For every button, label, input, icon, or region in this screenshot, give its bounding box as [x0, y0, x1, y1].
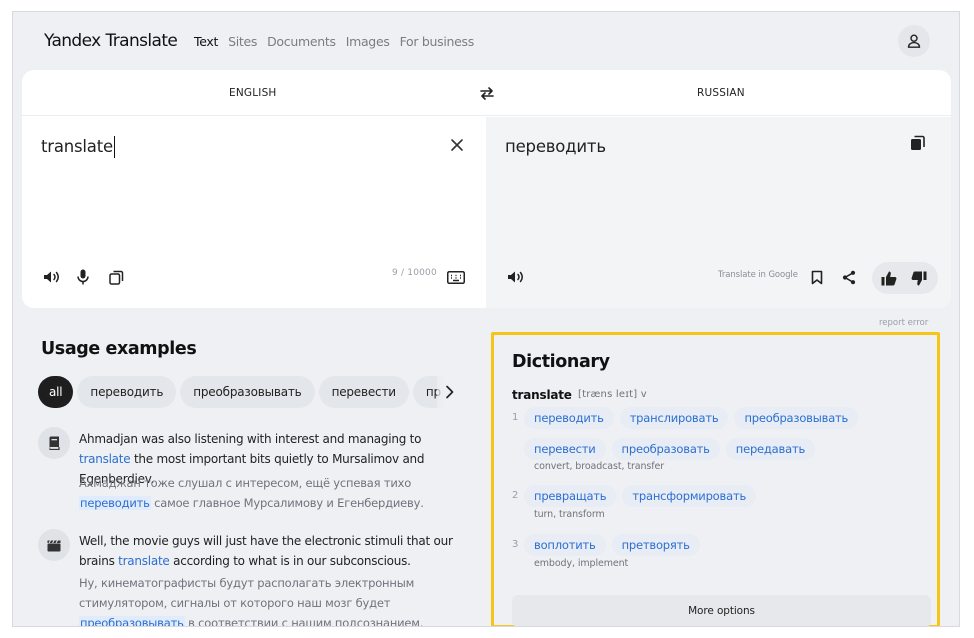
example-text: according to what is in our subconscious…: [169, 554, 411, 568]
thumbs-up-icon: [881, 271, 897, 286]
bookmark-icon: [811, 270, 823, 285]
example-text: Ну, кинематографисты будут располагать э…: [79, 576, 415, 610]
chips-next-button[interactable]: [437, 376, 461, 408]
character-counter: 9 / 10000: [392, 268, 437, 278]
sense-synonyms: embody, implement: [534, 558, 629, 569]
feedback-vote-group: [872, 262, 938, 294]
sense-number: 1: [512, 412, 519, 423]
thumbs-down-button[interactable]: [908, 267, 930, 289]
translator-card: ENGLISH RUSSIAN translate 9 / 10000 пере…: [22, 70, 951, 308]
example-russian-text: Ну, кинематографисты будут располагать э…: [79, 573, 474, 627]
close-icon: [450, 138, 464, 152]
speaker-icon: [507, 270, 525, 284]
dictionary-panel: Dictionary translate [træns leɪt] v 1 пе…: [491, 332, 940, 626]
usage-filter-chips: all переводить преобразовывать перевести…: [38, 376, 478, 408]
user-account-button[interactable]: [898, 25, 930, 57]
translation-pill[interactable]: переводить: [524, 407, 614, 429]
more-options-button[interactable]: More options: [512, 595, 931, 626]
report-error-link[interactable]: report error: [879, 318, 928, 328]
translation-pill[interactable]: превращать: [524, 485, 617, 507]
example-highlight: переводить: [79, 496, 151, 510]
swap-icon: [480, 86, 494, 100]
sense-number: 2: [512, 490, 519, 501]
language-bar: ENGLISH RUSSIAN: [22, 70, 951, 116]
sense-synonyms: convert, broadcast, transfer: [534, 461, 665, 472]
share-button[interactable]: [838, 266, 860, 288]
copy-icon: [108, 270, 124, 285]
target-pane: переводить Translate in Google: [486, 117, 951, 308]
sense-translations: превращать трансформировать: [524, 485, 930, 507]
nav-sites[interactable]: Sites: [228, 34, 257, 49]
usage-examples-title: Usage examples: [41, 339, 197, 359]
app-window: Yandex Translate Text Sites Documents Im…: [12, 11, 960, 627]
thumbs-down-icon: [911, 271, 927, 286]
dictionary-sense: 3 воплотить претворять embody, implement: [512, 534, 932, 574]
translate-in-google-link[interactable]: Translate in Google: [718, 270, 798, 280]
source-pane: translate 9 / 10000: [22, 117, 486, 308]
keyboard-icon: [447, 270, 465, 284]
translation-pill[interactable]: претворять: [611, 534, 700, 556]
logo[interactable]: Yandex Translate: [44, 31, 178, 51]
translation-pill[interactable]: передавать: [725, 438, 816, 460]
example-highlight: translate: [118, 554, 170, 568]
thumbs-up-button[interactable]: [878, 267, 900, 289]
sense-translations: переводить транслировать преобразовывать…: [524, 407, 930, 460]
translation-pill[interactable]: транслировать: [619, 407, 729, 429]
voice-input-button[interactable]: [72, 266, 94, 288]
source-language-selector[interactable]: ENGLISH: [229, 87, 277, 99]
dictionary-transcription: [træns leɪt] v: [578, 389, 647, 400]
usage-example: Well, the movie guys will just have the …: [38, 529, 478, 627]
example-text: в соответствии с нашим подсознанием.: [184, 616, 424, 627]
translation-pill[interactable]: трансформировать: [622, 485, 757, 507]
top-nav: Text Sites Documents Images For business: [194, 34, 474, 49]
bookmark-button[interactable]: [806, 266, 828, 288]
nav-for-business[interactable]: For business: [400, 34, 475, 49]
microphone-icon: [77, 269, 89, 285]
share-icon: [842, 270, 856, 285]
chip-perevesti[interactable]: перевести: [318, 376, 409, 408]
example-text: Ахмаджан тоже слушал с интересом, ещё ус…: [79, 476, 412, 490]
source-text-input[interactable]: translate: [41, 136, 115, 158]
usage-example: Ahmadjan was also listening with interes…: [38, 427, 478, 517]
translation-pill[interactable]: перевести: [524, 438, 606, 460]
dictionary-title: Dictionary: [512, 352, 610, 372]
copy-translation-button[interactable]: [910, 135, 930, 155]
dictionary-headword: translate: [512, 388, 572, 402]
clapperboard-icon: [38, 529, 70, 561]
swap-languages-button[interactable]: [477, 83, 497, 103]
dictionary-sense: 2 превращать трансформировать turn, tran…: [512, 485, 932, 525]
sense-translations: воплотить претворять: [524, 534, 930, 556]
user-icon: [906, 33, 922, 49]
translation-pill[interactable]: преобразовать: [611, 438, 720, 460]
chip-preobrazovyvat[interactable]: преобразовывать: [180, 376, 315, 408]
listen-translation-button[interactable]: [505, 266, 527, 288]
clear-text-button[interactable]: [446, 134, 468, 156]
translation-pill[interactable]: преобразовывать: [734, 407, 859, 429]
translation-output: переводить: [505, 137, 606, 156]
dictionary-sense: 1 переводить транслировать преобразовыва…: [512, 407, 932, 477]
copy-source-button[interactable]: [105, 266, 127, 288]
example-russian-text: Ахмаджан тоже слушал с интересом, ещё ус…: [79, 473, 474, 513]
chip-perevodit[interactable]: переводить: [77, 376, 177, 408]
example-text: Ahmadjan was also listening with interes…: [79, 432, 422, 446]
virtual-keyboard-button[interactable]: [445, 266, 467, 288]
book-icon: [38, 427, 70, 459]
example-english-text: Well, the movie guys will just have the …: [79, 531, 474, 571]
translation-pill[interactable]: воплотить: [524, 534, 606, 556]
copy-icon: [910, 135, 930, 151]
sense-synonyms: turn, transform: [534, 509, 605, 520]
listen-source-button[interactable]: [41, 266, 63, 288]
target-language-selector[interactable]: RUSSIAN: [697, 87, 745, 99]
nav-text[interactable]: Text: [194, 34, 218, 49]
chevron-right-icon: [445, 385, 454, 399]
nav-images[interactable]: Images: [346, 34, 390, 49]
chip-all[interactable]: all: [38, 376, 74, 408]
nav-documents[interactable]: Documents: [267, 34, 336, 49]
example-highlight: translate: [79, 452, 131, 466]
example-text: самое главное Мурсалимову и Егенбердиеву…: [150, 496, 424, 510]
speaker-icon: [43, 270, 61, 284]
example-highlight: преобразовывать: [79, 616, 185, 626]
sense-number: 3: [512, 539, 519, 550]
